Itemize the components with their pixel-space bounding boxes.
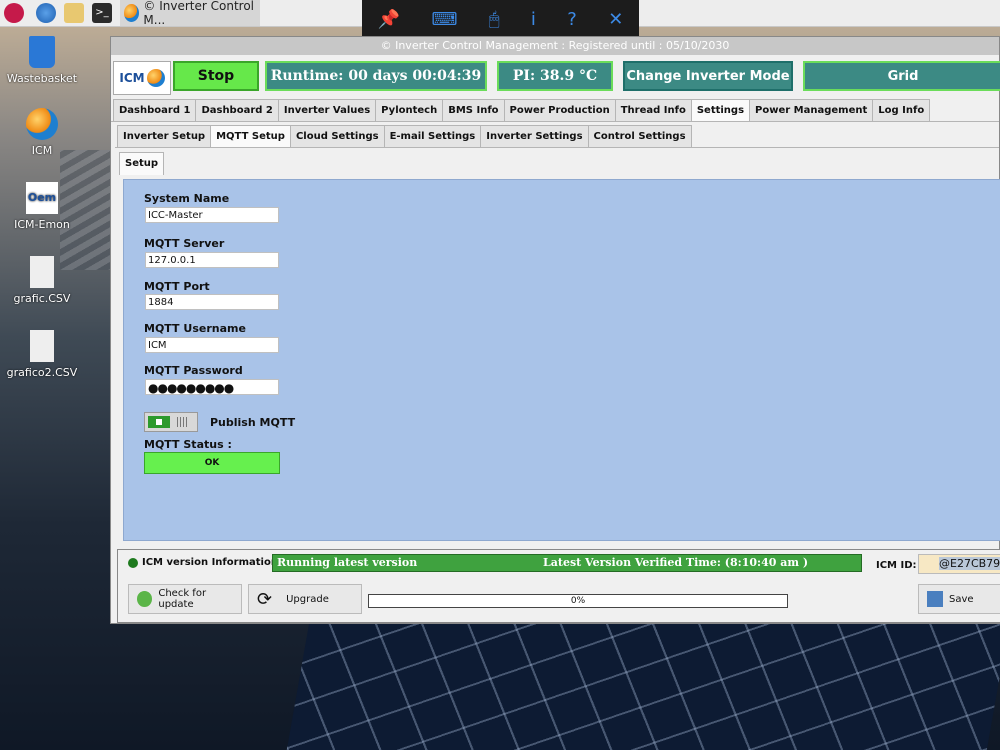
- pin-icon[interactable]: 📌: [378, 9, 400, 30]
- mqtt-port-label: MQTT Port: [144, 280, 210, 293]
- desktop-icon-grafic-csv[interactable]: grafic.CSV: [0, 256, 84, 305]
- main-tabs: Dashboard 1 Dashboard 2 Inverter Values …: [113, 99, 931, 122]
- save-label: Save: [949, 593, 974, 605]
- check-for-update-label: Check for update: [158, 588, 207, 610]
- save-button[interactable]: Save: [918, 584, 1000, 614]
- tab-cloud-settings[interactable]: Cloud Settings: [289, 125, 385, 148]
- stop-button[interactable]: Stop: [173, 61, 259, 91]
- tab-dashboard-2[interactable]: Dashboard 2: [195, 99, 279, 122]
- change-inverter-mode-button[interactable]: Change Inverter Mode: [623, 61, 793, 91]
- tab-inverter-setup[interactable]: Inverter Setup: [117, 125, 212, 148]
- help-icon[interactable]: ?: [567, 9, 577, 30]
- mqtt-password-input[interactable]: ●●●●●●●●●: [145, 379, 279, 395]
- subtab-divider: [115, 147, 999, 148]
- desktop-icon-icm-emon[interactable]: Oem ICM-Emon: [0, 182, 84, 231]
- mqtt-server-input[interactable]: 127.0.0.1: [145, 252, 279, 268]
- keyboard-icon[interactable]: ⌨: [431, 9, 457, 30]
- globe-icon: [146, 69, 165, 87]
- publish-mqtt-label: Publish MQTT: [210, 416, 296, 429]
- tab-email-settings[interactable]: E-mail Settings: [383, 125, 482, 148]
- version-status-dot-icon: [128, 558, 138, 568]
- icm-id-label: ICM ID:: [876, 560, 917, 571]
- pi-temperature-display: PI: 38.9 °C: [497, 61, 613, 91]
- grid-mode-button[interactable]: Grid: [803, 61, 1000, 91]
- tab-settings[interactable]: Settings: [690, 99, 751, 122]
- settings-subtabs: Inverter Setup MQTT Setup Cloud Settings…: [117, 125, 692, 148]
- upgrade-label: Upgrade: [286, 593, 329, 605]
- mqtt-password-label: MQTT Password: [144, 364, 243, 377]
- browser-icon[interactable]: [36, 3, 56, 23]
- tab-power-production[interactable]: Power Production: [503, 99, 616, 122]
- system-name-input[interactable]: ICC-Master: [145, 207, 279, 223]
- tab-log-info[interactable]: Log Info: [872, 99, 931, 122]
- desktop-icon-label: grafico2.CSV: [6, 366, 78, 379]
- toggle-on-indicator: [148, 416, 170, 428]
- desktop-icon-grafico2-csv[interactable]: grafico2.CSV: [0, 330, 84, 379]
- tab-thread-info[interactable]: Thread Info: [614, 99, 692, 122]
- desktop-icon-icm[interactable]: ICM: [0, 108, 84, 157]
- tab-pylontech[interactable]: Pylontech: [375, 99, 444, 122]
- tab-dashboard-1[interactable]: Dashboard 1: [113, 99, 197, 122]
- version-info-bar: ICM version Information Running latest v…: [117, 549, 1000, 623]
- emon-app-icon: Oem: [26, 182, 58, 214]
- icm-window: © Inverter Control Management : Register…: [110, 36, 1000, 624]
- version-info-label: ICM version Information: [142, 557, 278, 568]
- tab-control-settings[interactable]: Control Settings: [587, 125, 692, 148]
- mqtt-inner-tabs: Setup: [119, 152, 165, 175]
- desktop-icon-label: ICM-Emon: [14, 218, 70, 231]
- mqtt-status-badge: OK: [144, 452, 280, 474]
- save-disk-icon: [927, 591, 943, 607]
- tab-inverter-values[interactable]: Inverter Values: [277, 99, 377, 122]
- raspberry-menu-icon[interactable]: [4, 3, 24, 23]
- icm-app-icon: [124, 4, 140, 22]
- remote-toolbar: 📌 ⌨ 🖱 i ? ✕: [362, 0, 639, 38]
- runtime-display: Runtime: 00 days 00:04:39: [265, 61, 487, 91]
- icm-globe-icon: [26, 108, 58, 140]
- tab-inverter-settings[interactable]: Inverter Settings: [480, 125, 589, 148]
- desktop-icon-label: Wastebasket: [6, 72, 78, 85]
- mqtt-username-label: MQTT Username: [144, 322, 246, 335]
- info-icon[interactable]: i: [531, 9, 536, 30]
- tab-mqtt-setup[interactable]: MQTT Setup: [210, 125, 291, 148]
- mouse-icon[interactable]: 🖱: [489, 9, 500, 30]
- publish-mqtt-toggle[interactable]: [144, 412, 198, 432]
- check-for-update-button[interactable]: Check for update: [128, 584, 242, 614]
- icm-logo: ICM: [113, 61, 171, 95]
- file-manager-icon[interactable]: [64, 3, 84, 23]
- upgrade-button[interactable]: ⟳ Upgrade: [248, 584, 362, 614]
- update-progress-bar: 0%: [368, 594, 788, 608]
- desktop-icon-wastebasket[interactable]: Wastebasket: [0, 36, 84, 85]
- wastebasket-icon: [29, 36, 55, 68]
- version-status-text: Running latest version: [277, 556, 418, 569]
- top-toolbar: ICM Stop Runtime: 00 days 00:04:39 PI: 3…: [111, 59, 1000, 95]
- toggle-grip-icon: [177, 417, 187, 427]
- mqtt-port-input[interactable]: 1884: [145, 294, 279, 310]
- mqtt-setup-panel: System Name ICC-Master MQTT Server 127.0…: [123, 179, 1000, 541]
- mqtt-server-label: MQTT Server: [144, 237, 225, 250]
- taskbar-window-button[interactable]: © Inverter Control M...: [120, 0, 260, 27]
- taskbar-window-title: © Inverter Control M...: [143, 0, 254, 27]
- refresh-icon: [137, 591, 153, 607]
- version-verified-time: Latest Version Verified Time: (8:10:40 a…: [543, 556, 809, 569]
- icm-id-value: @E27CB79: [939, 557, 1000, 570]
- desktop-icon-label: ICM: [31, 144, 53, 157]
- desktop-icon-label: grafic.CSV: [13, 292, 71, 305]
- system-name-label: System Name: [144, 192, 230, 205]
- logo-text: ICM: [119, 71, 145, 85]
- tab-divider: [111, 121, 999, 122]
- tab-setup[interactable]: Setup: [119, 152, 165, 175]
- mqtt-status-label: MQTT Status :: [144, 438, 232, 451]
- tab-power-management[interactable]: Power Management: [749, 99, 874, 122]
- terminal-icon[interactable]: >_: [92, 3, 112, 23]
- window-title: © Inverter Control Management : Register…: [111, 37, 999, 55]
- file-icon: [30, 256, 54, 288]
- version-status-bar: Running latest version Latest Version Ve…: [272, 554, 862, 572]
- close-icon[interactable]: ✕: [608, 9, 623, 30]
- upgrade-arrows-icon: ⟳: [257, 588, 273, 610]
- mqtt-username-input[interactable]: ICM: [145, 337, 279, 353]
- icm-id-field[interactable]: @E27CB79: [918, 554, 1000, 574]
- tab-bms-info[interactable]: BMS Info: [442, 99, 505, 122]
- file-icon: [30, 330, 54, 362]
